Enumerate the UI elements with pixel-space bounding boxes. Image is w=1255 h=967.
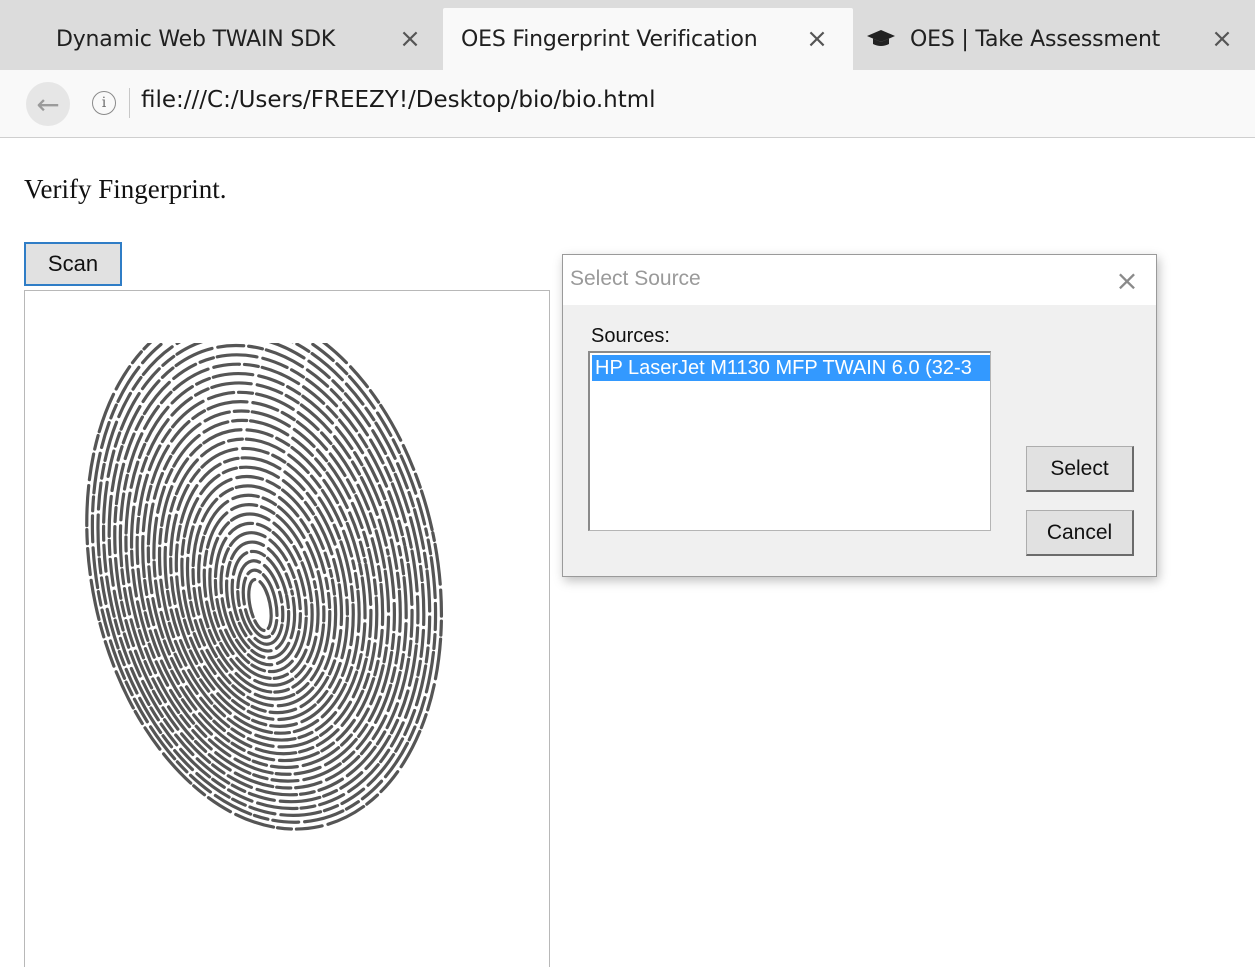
select-source-dialog: Select Source × Sources: HP LaserJet M11…: [562, 254, 1157, 577]
address-bar[interactable]: file:///C:/Users/FREEZY!/Desktop/bio/bio…: [141, 87, 656, 113]
tab-title: OES Fingerprint Verification: [461, 26, 758, 52]
tab-title: Dynamic Web TWAIN SDK: [56, 26, 336, 52]
list-item[interactable]: HP LaserJet M1130 MFP TWAIN 6.0 (32-3: [592, 355, 990, 381]
close-icon[interactable]: ×: [396, 24, 424, 54]
cancel-button[interactable]: Cancel: [1026, 510, 1134, 556]
sources-label: Sources:: [591, 325, 670, 347]
close-icon[interactable]: ×: [803, 24, 831, 54]
dialog-title: Select Source: [570, 267, 701, 290]
graduation-cap-icon: [867, 30, 895, 46]
sources-listbox[interactable]: HP LaserJet M1130 MFP TWAIN 6.0 (32-3: [588, 351, 991, 531]
select-button[interactable]: Select: [1026, 446, 1134, 492]
divider: [129, 88, 130, 118]
info-icon[interactable]: i: [92, 91, 116, 115]
scan-button[interactable]: Scan: [24, 242, 122, 286]
close-icon[interactable]: ×: [1111, 264, 1143, 297]
tab-title: OES | Take Assessment: [910, 26, 1161, 52]
page-title: Verify Fingerprint.: [24, 174, 227, 204]
tab-dynamic-web-twain[interactable]: Dynamic Web TWAIN SDK ×: [0, 8, 440, 70]
tab-oes-take-assessment[interactable]: OES | Take Assessment ×: [856, 8, 1255, 70]
back-arrow-icon: ←: [36, 87, 60, 121]
close-icon[interactable]: ×: [1208, 24, 1236, 54]
dialog-titlebar[interactable]: Select Source ×: [563, 255, 1156, 305]
fingerprint-image: [85, 343, 444, 831]
tab-bar: Dynamic Web TWAIN SDK × OES Fingerprint …: [0, 0, 1255, 72]
navigation-bar: ← i file:///C:/Users/FREEZY!/Desktop/bio…: [0, 70, 1255, 138]
image-viewer: [24, 290, 550, 967]
tab-oes-fingerprint-verification[interactable]: OES Fingerprint Verification ×: [443, 8, 853, 70]
back-button[interactable]: ←: [26, 82, 70, 126]
